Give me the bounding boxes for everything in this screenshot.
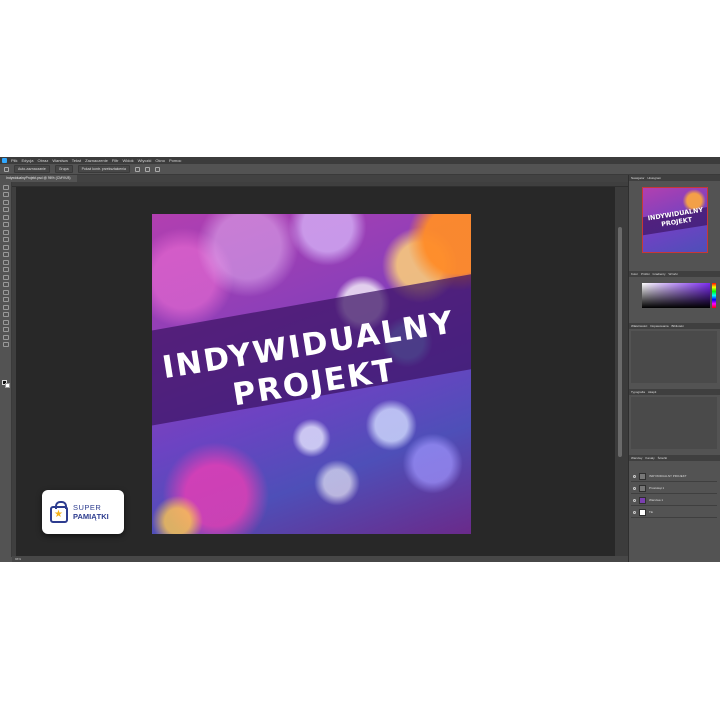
auto-select-checkbox[interactable]: Auto-zaznaczanie: [14, 165, 50, 173]
navigator-thumbnail[interactable]: INDYWIDUALNY PROJEKT: [642, 187, 708, 253]
layer-row[interactable]: Tło: [631, 507, 717, 518]
blur-tool-icon[interactable]: [2, 282, 9, 287]
menu-item-window[interactable]: Okno: [155, 157, 165, 164]
layer-row[interactable]: INDYWIDUALNY PROJEKT: [631, 471, 717, 482]
properties-panel-tabs: Właściwości Dopasowania Biblioteki: [629, 323, 720, 329]
text-layer-icon: [639, 472, 646, 480]
gradient-tool-icon[interactable]: [2, 274, 9, 280]
tab-adjustments[interactable]: Dopasowania: [650, 324, 668, 328]
menu-item-type[interactable]: Tekst: [72, 157, 81, 164]
options-bar: Auto-zaznaczanie Grupa Pokaż kontr. prze…: [0, 164, 720, 175]
hand-tool-icon[interactable]: [2, 327, 9, 332]
pen-tool-icon[interactable]: [2, 297, 9, 302]
eye-icon[interactable]: [633, 498, 636, 502]
lasso-tool-icon[interactable]: [2, 199, 9, 205]
photoshop-logo-icon: [2, 158, 7, 163]
layer-name: INDYWIDUALNY PROJEKT: [649, 474, 687, 478]
dodge-tool-icon[interactable]: [2, 289, 9, 295]
tab-channels[interactable]: Kanały: [645, 456, 654, 460]
menu-item-filter[interactable]: Filtr: [112, 157, 119, 164]
menu-item-image[interactable]: Obraz: [37, 157, 48, 164]
more-options-icon[interactable]: [154, 166, 160, 172]
tab-gradients[interactable]: Gradienty: [653, 272, 666, 276]
brand-logo: ★ SUPER PAMIĄTKI: [42, 490, 124, 534]
tab-libraries[interactable]: Biblioteki: [672, 324, 684, 328]
color-picker-field[interactable]: [642, 283, 710, 308]
tab-patterns[interactable]: Wzorki: [669, 272, 678, 276]
move-tool-icon[interactable]: [2, 184, 9, 190]
hue-slider[interactable]: [712, 283, 716, 308]
tab-swatches[interactable]: Próbki: [641, 272, 650, 276]
shape-tool-icon[interactable]: [2, 319, 9, 325]
crop-tool-icon[interactable]: [2, 214, 9, 220]
brand-name: SUPER PAMIĄTKI: [73, 503, 109, 521]
show-transform-controls-checkbox[interactable]: Pokaż kontr. przekształcenia: [77, 165, 130, 173]
menu-item-plugins[interactable]: Wtyczki: [138, 157, 152, 164]
eye-icon[interactable]: [633, 486, 636, 490]
zoom-tool-icon[interactable]: [2, 334, 9, 340]
menu-bar: Plik Edycja Obraz Warstwa Tekst Zaznacze…: [0, 157, 720, 164]
status-bar: 96%: [12, 556, 628, 562]
character-panel-body: [631, 397, 717, 449]
menu-item-edit[interactable]: Edycja: [21, 157, 33, 164]
layer-thumbnail: [639, 508, 646, 516]
layer-row[interactable]: Prostokąt 1: [631, 483, 717, 494]
menu-item-select[interactable]: Zaznaczenie: [85, 157, 108, 164]
layer-name: Tło: [649, 510, 654, 514]
brand-name-bottom: PAMIĄTKI: [73, 512, 109, 521]
menu-item-help[interactable]: Pomoc: [169, 157, 181, 164]
character-panel-tabs: Typografia Akapit: [629, 389, 720, 395]
history-brush-tool-icon[interactable]: [2, 259, 9, 265]
menu-item-layer[interactable]: Warstwa: [52, 157, 67, 164]
move-tool-icon[interactable]: [4, 166, 9, 172]
path-select-tool-icon[interactable]: [2, 312, 9, 317]
scrollbar-thumb[interactable]: [618, 227, 622, 457]
tab-histogram[interactable]: Histogram: [648, 176, 662, 180]
tab-navigator[interactable]: Nawigator: [631, 176, 645, 180]
background-color-swatch[interactable]: [5, 383, 10, 388]
tab-paragraph[interactable]: Akapit: [648, 390, 656, 394]
menu-item-file[interactable]: Plik: [11, 157, 17, 164]
star-icon: ★: [54, 508, 63, 520]
eraser-tool-icon[interactable]: [2, 267, 9, 272]
eye-icon[interactable]: [633, 474, 636, 478]
stamp-tool-icon[interactable]: [2, 252, 9, 257]
eye-icon[interactable]: [633, 510, 636, 514]
vertical-scrollbar[interactable]: [615, 187, 628, 556]
brush-tool-icon[interactable]: [2, 244, 9, 250]
layer-thumbnail: [639, 496, 646, 504]
eyedropper-tool-icon[interactable]: [2, 229, 9, 235]
document-tabs: IndywidualnyProjekt.psd @ 96% (CMYK/8): [0, 175, 628, 182]
properties-panel-body: [631, 331, 717, 383]
target-select[interactable]: Grupa: [54, 165, 73, 173]
document-tab[interactable]: IndywidualnyProjekt.psd @ 96% (CMYK/8): [0, 175, 77, 182]
brand-name-top: SUPER: [73, 503, 102, 512]
navigator-panel-tabs: Nawigator Histogram: [629, 175, 720, 181]
layer-row[interactable]: Warstwa 1: [631, 495, 717, 506]
align-icon[interactable]: [134, 166, 140, 172]
layer-name: Prostokąt 1: [649, 486, 665, 490]
type-tool-icon[interactable]: [2, 304, 9, 310]
tab-color[interactable]: Kolor: [631, 272, 638, 276]
tab-properties[interactable]: Właściwości: [631, 324, 647, 328]
tab-paths[interactable]: Ścieżki: [658, 456, 668, 460]
quick-select-tool-icon[interactable]: [2, 207, 9, 212]
menu-item-view[interactable]: Widok: [123, 157, 134, 164]
healing-tool-icon[interactable]: [2, 237, 9, 242]
layers-panel-tabs: Warstwy Kanały Ścieżki: [629, 455, 720, 461]
right-panels: Nawigator Histogram INDYWIDUALNY PROJEKT…: [628, 175, 720, 562]
marquee-tool-icon[interactable]: [2, 192, 9, 197]
layer-thumbnail: [639, 484, 646, 492]
distribute-icon[interactable]: [144, 166, 150, 172]
color-panel-tabs: Kolor Próbki Gradienty Wzorki: [629, 271, 720, 277]
frame-tool-icon[interactable]: [2, 222, 9, 227]
tools-panel: [0, 182, 12, 557]
tab-character[interactable]: Typografia: [631, 390, 645, 394]
more-tools-icon[interactable]: [2, 342, 9, 347]
design-canvas[interactable]: INDYWIDUALNY PROJEKT: [152, 214, 471, 534]
layer-name: Warstwa 1: [649, 498, 664, 502]
tab-layers[interactable]: Warstwy: [631, 456, 642, 460]
shopping-bag-icon: ★: [50, 500, 68, 523]
zoom-level[interactable]: 96%: [15, 557, 21, 561]
